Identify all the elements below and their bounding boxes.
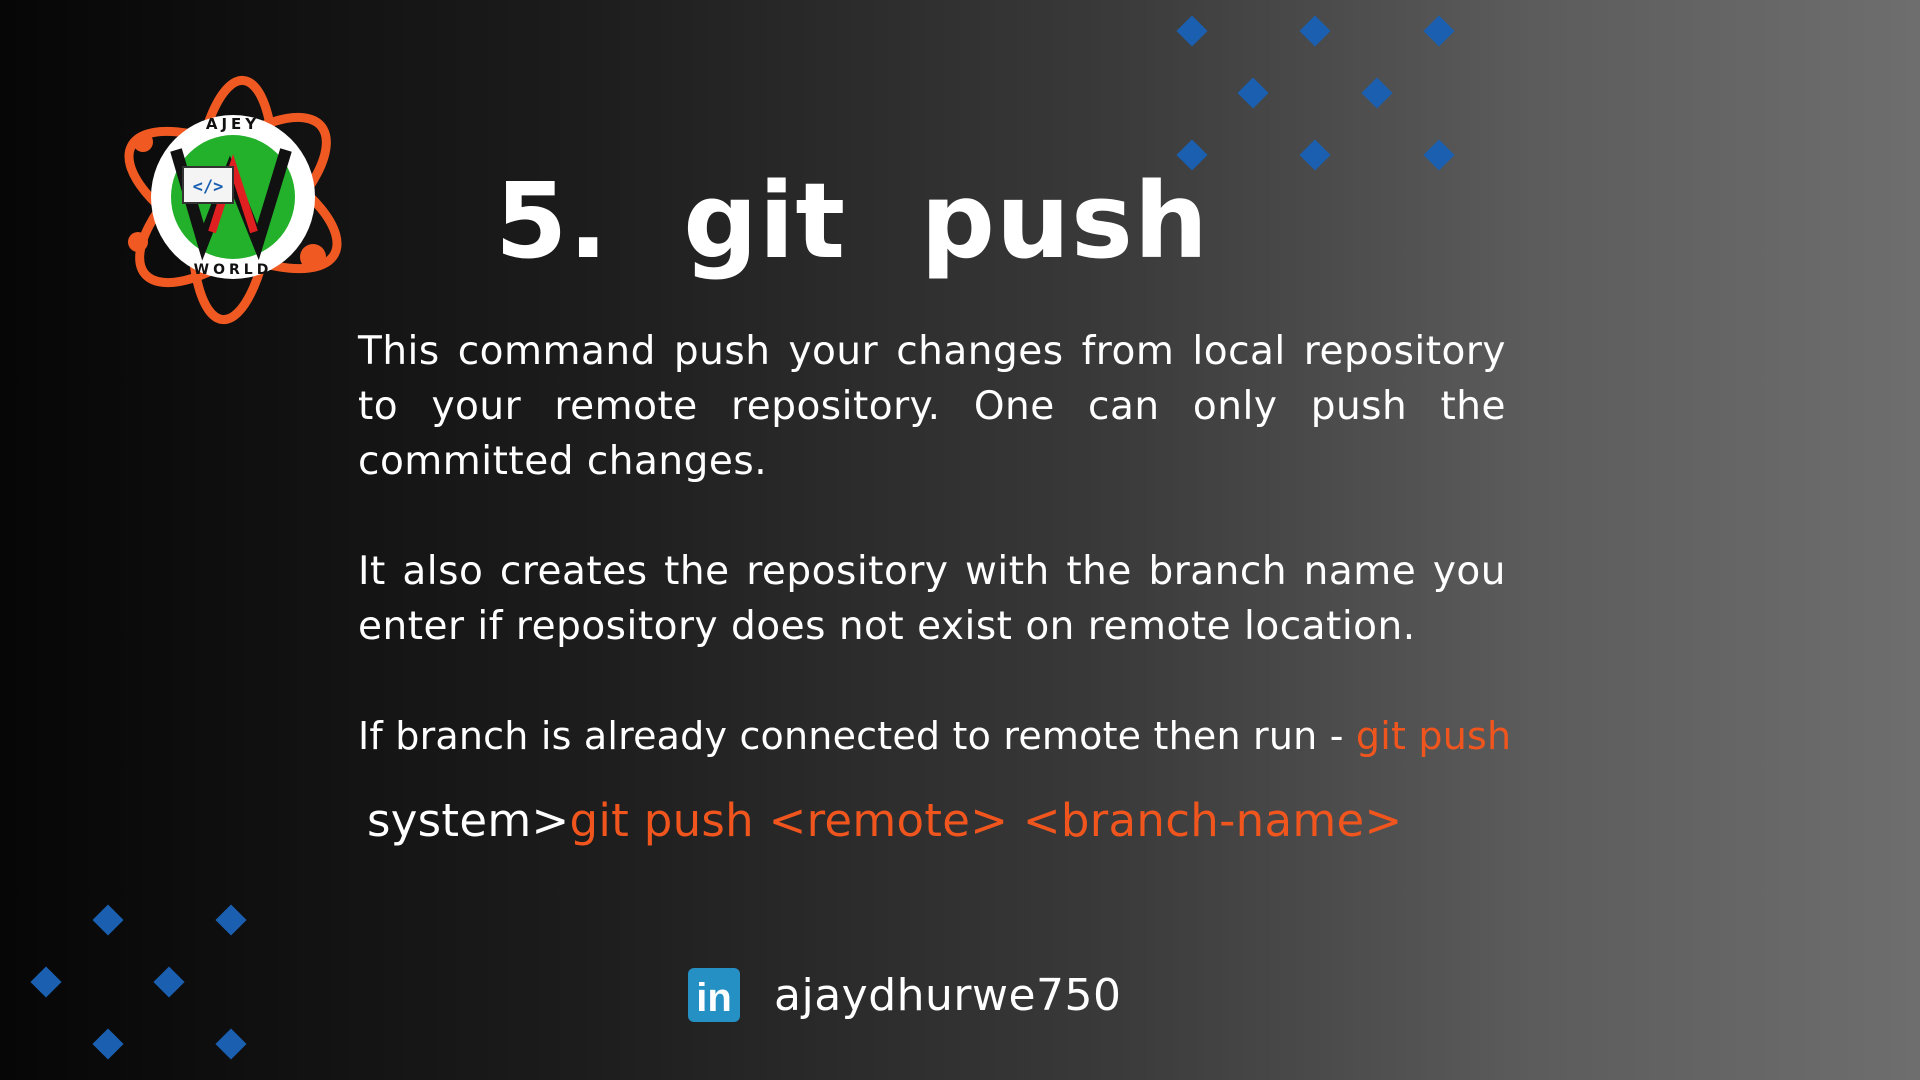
diamond-shape [153, 966, 185, 998]
diamond-shape [1237, 77, 1269, 109]
diamond-shape [30, 966, 62, 998]
linkedin-icon: in [688, 968, 740, 1022]
inline-command: git push [1355, 714, 1512, 758]
diamond-shape [1299, 15, 1331, 47]
description-paragraph-3: If branch is already connected to remote… [358, 709, 1511, 764]
diamond-shape [1176, 15, 1208, 47]
diamond-shape [1423, 15, 1455, 47]
command-example: system>git push <remote> <branch-name> [367, 794, 1402, 847]
diamond-shape [215, 904, 247, 936]
diamond-shape [1361, 77, 1393, 109]
diamond-shape [1299, 139, 1331, 171]
command-syntax: git push <remote> <branch-name> [569, 794, 1403, 847]
diamond-shape [92, 1028, 124, 1060]
description-paragraph-2: It also creates the repository with the … [358, 549, 1506, 649]
social-handle: in ajaydhurwe750 [688, 968, 1122, 1022]
diamond-shape [92, 904, 124, 936]
ajey-world-logo: </> AJEY WORLD [108, 72, 358, 332]
description-paragraph-1: This command push your changes from loca… [358, 329, 1506, 484]
logo-bottom-text: WORLD [194, 262, 273, 278]
diamond-shape [1423, 139, 1455, 171]
paragraph3-text: If branch is already connected to remote… [358, 714, 1356, 758]
page-title: 5. git push [495, 160, 1209, 282]
command-prefix: system> [367, 794, 570, 847]
code-glyph: </> [193, 177, 224, 197]
diamond-shape [215, 1028, 247, 1060]
linkedin-handle: ajaydhurwe750 [774, 969, 1122, 1021]
logo-top-text: AJEY [206, 115, 260, 133]
